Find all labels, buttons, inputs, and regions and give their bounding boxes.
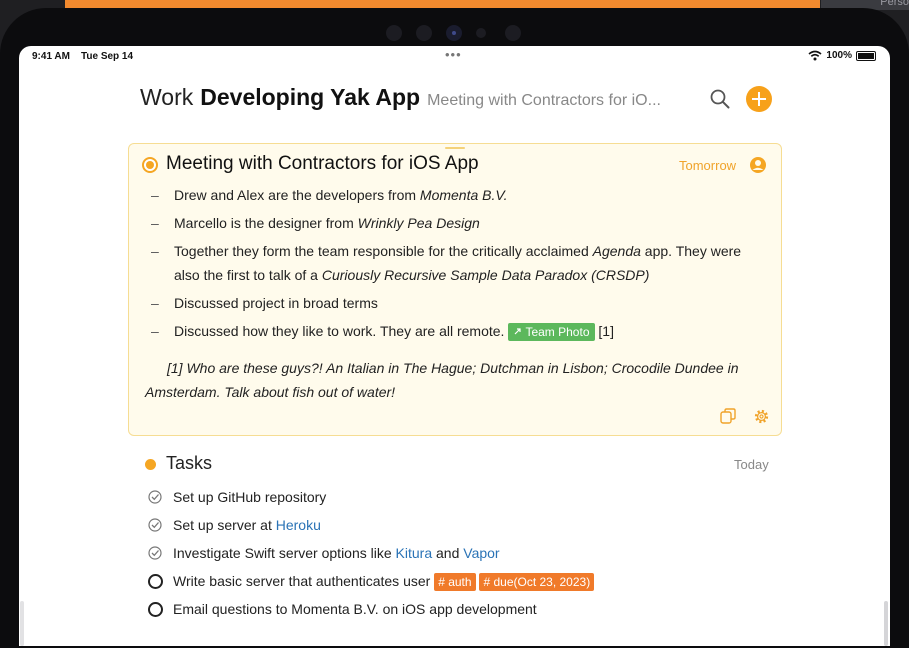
drag-handle[interactable] [445, 147, 465, 149]
checkbox[interactable] [148, 574, 163, 589]
task-text[interactable]: Email questions to Momenta B.V. on iOS a… [173, 601, 537, 617]
task-item: Set up server at Heroku [146, 511, 594, 539]
sensor-icon [416, 25, 432, 41]
tag-due[interactable]: # due(Oct 23, 2023) [479, 573, 595, 591]
list-item: Drew and Alex are the developers from Mo… [149, 183, 749, 207]
status-time: 9:41 AM [32, 51, 70, 62]
bullet-text: Discussed how they like to work. They ar… [174, 323, 505, 339]
footnote-ref: [1] [598, 323, 614, 339]
tasks-status-icon[interactable] [145, 459, 156, 470]
task-text[interactable]: Investigate Swift server options like [173, 545, 396, 561]
bullet-text: Together they form the team responsible … [174, 243, 593, 259]
breadcrumb-project[interactable]: Developing Yak App [200, 84, 420, 111]
background-app-strip [65, 0, 820, 8]
note-status-icon[interactable] [142, 157, 158, 173]
list-item: Discussed how they like to work. They ar… [149, 319, 749, 343]
tasks-date[interactable]: Today [734, 457, 769, 472]
task-list: Set up GitHub repository Set up server a… [146, 483, 595, 623]
list-item: Discussed project in broad terms [149, 291, 749, 315]
tasks-title[interactable]: Tasks [166, 453, 212, 474]
task-text[interactable]: and [432, 545, 463, 561]
add-button[interactable] [746, 86, 772, 112]
note-card[interactable]: Meeting with Contractors for iOS App Tom… [128, 143, 782, 436]
checkbox[interactable] [148, 602, 163, 617]
copy-icon[interactable] [720, 408, 736, 424]
status-bar: 9:41 AM Tue Sep 14 ••• 100% [19, 46, 890, 68]
note-title[interactable]: Meeting with Contractors for iOS App [166, 153, 479, 175]
breadcrumb-area[interactable]: Work [140, 84, 193, 111]
left-scrollbar[interactable] [20, 601, 24, 646]
attachment-label: Team Photo [525, 325, 590, 339]
checked-icon[interactable] [148, 490, 162, 504]
list-item: Together they form the team responsible … [149, 239, 749, 287]
note-date[interactable]: Tomorrow [679, 158, 736, 173]
task-link[interactable]: Vapor [463, 545, 499, 561]
bullet-italic: Agenda [592, 243, 641, 259]
battery-percent: 100% [826, 50, 852, 61]
footnote: [1] Who are these guys?! An Italian in T… [145, 360, 739, 400]
task-item: Set up GitHub repository [146, 483, 594, 511]
task-text[interactable]: Set up GitHub repository [173, 489, 326, 505]
status-date: Tue Sep 14 [81, 51, 134, 62]
task-item: Investigate Swift server options like Ki… [146, 539, 594, 567]
bullet-text: Drew and Alex are the developers from [174, 187, 420, 203]
note-bullets: Drew and Alex are the developers from Mo… [149, 183, 749, 347]
task-link[interactable]: Heroku [276, 517, 321, 533]
search-icon[interactable] [709, 88, 731, 110]
sensor-icon [386, 25, 402, 41]
app-screen: 9:41 AM Tue Sep 14 ••• 100% Work Develop… [19, 46, 890, 646]
camera-lens-icon [446, 25, 462, 41]
background-window-label: Perso [880, 0, 909, 8]
bullet-text: Marcello is the designer from [174, 215, 358, 231]
task-text[interactable]: Set up server at [173, 517, 276, 533]
bullet-italic: Momenta B.V. [419, 187, 508, 203]
breadcrumb-note[interactable]: Meeting with Contractors for iO... [427, 92, 661, 110]
bullet-italic: Wrinkly Pea Design [357, 215, 480, 231]
tag-auth[interactable]: # auth [434, 573, 476, 591]
list-item: Marcello is the designer from Wrinkly Pe… [149, 211, 749, 235]
scrollbar[interactable] [884, 601, 888, 646]
bullet-italic: Curiously Recursive Sample Data Paradox … [321, 267, 650, 283]
battery-icon [856, 50, 876, 61]
assign-person-icon[interactable] [749, 156, 767, 174]
multitasking-dots[interactable]: ••• [445, 47, 462, 62]
task-link[interactable]: Kitura [396, 545, 433, 561]
sensor-icon [505, 25, 521, 41]
checked-icon[interactable] [148, 546, 162, 560]
status-right: 100% [808, 50, 876, 61]
bullet-text: Discussed project in broad terms [174, 295, 378, 311]
gear-icon[interactable] [753, 408, 770, 425]
checked-icon[interactable] [148, 518, 162, 532]
sensor-icon [476, 28, 486, 38]
page-header: Work Developing Yak App Meeting with Con… [140, 84, 661, 111]
attachment-icon [514, 328, 521, 335]
attachment-tag[interactable]: Team Photo [508, 323, 595, 341]
task-text[interactable]: Write basic server that authenticates us… [173, 573, 430, 589]
task-item: Email questions to Momenta B.V. on iOS a… [146, 595, 594, 623]
task-item: Write basic server that authenticates us… [146, 567, 595, 595]
wifi-icon [808, 50, 822, 61]
